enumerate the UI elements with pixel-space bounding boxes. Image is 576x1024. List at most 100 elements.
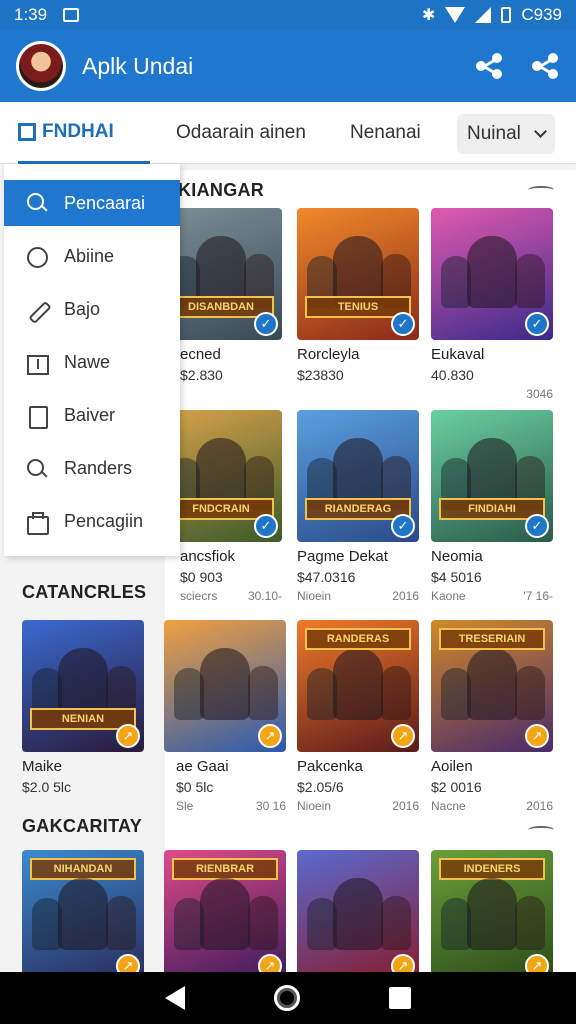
menu-item-label: Bajo: [64, 299, 101, 319]
pin-badge-icon: ↗: [258, 724, 282, 748]
game-price: $2 0016: [431, 779, 482, 795]
game-card[interactable]: NENIAN ↗ Maike $2.0 5lc: [22, 620, 144, 795]
menu-item-baiver[interactable]: Baiver: [4, 389, 180, 442]
tab-odaarain[interactable]: Odaarain ainen: [176, 102, 306, 164]
game-card[interactable]: FINDIAHI ✓ Neomia $4 5016 Kaone '7 16-: [431, 410, 553, 603]
pin-badge-icon: ↗: [116, 954, 140, 972]
share-icon[interactable]: [474, 51, 504, 81]
game-thumbnail: TRESERIAIN ↗: [431, 620, 553, 752]
game-card[interactable]: INDENERS ↗: [431, 850, 553, 972]
game-thumbnail: ↗: [164, 620, 286, 752]
game-thumbnail: NENIAN ↗: [22, 620, 144, 752]
game-thumbnail: TENIUS ✓: [297, 208, 419, 340]
pin-badge-icon: ↗: [391, 954, 415, 972]
game-title: Aoilen: [431, 758, 473, 775]
game-price: $47.0316: [297, 569, 356, 585]
game-thumbnail: ↗: [297, 850, 419, 972]
back-icon[interactable]: [164, 986, 185, 1010]
game-logo: INDENERS: [439, 858, 545, 880]
game-thumbnail: NIHANDAN ↗: [22, 850, 144, 972]
menu-item-abiine[interactable]: Abiine: [4, 230, 180, 283]
menu-item-pencaarai[interactable]: Pencaarai: [4, 180, 180, 226]
game-card[interactable]: TRESERIAIN ↗ Aoilen $2 0016 Nacne 2016: [431, 620, 553, 813]
tab-dropdown[interactable]: Nuinal: [457, 114, 555, 154]
menu-item-label: Pencagiin: [64, 511, 144, 531]
home-tab-icon: [18, 122, 36, 141]
game-price: $23830: [297, 367, 344, 383]
tab-label: Nuinal: [467, 123, 521, 144]
status-time: 1:39: [14, 5, 48, 24]
game-meta: Nioein 2016: [297, 589, 419, 603]
menu-item-label: Randers: [64, 458, 133, 478]
tab-label: Odaarain ainen: [176, 122, 306, 143]
game-logo: RIENBRAR: [172, 858, 278, 880]
game-title: ae Gaai: [176, 758, 229, 775]
game-title: Maike: [22, 758, 63, 775]
game-card[interactable]: ✓ Eukaval 40.830 3046: [431, 208, 553, 401]
check-badge-icon: ✓: [525, 312, 549, 336]
menu-item-bajo[interactable]: Bajo: [4, 283, 180, 336]
battery-text: C939: [521, 5, 562, 24]
menu-item-label: Pencaarai: [64, 192, 146, 213]
pin-badge-icon: ↗: [116, 724, 140, 748]
chevron-down-icon: [534, 125, 547, 138]
menu-item-label: Baiver: [64, 405, 116, 425]
game-logo: NIHANDAN: [30, 858, 136, 880]
menu-item-randers[interactable]: Randers: [4, 442, 180, 495]
wave-icon: [528, 826, 554, 834]
tab-label: Nenanai: [350, 122, 421, 143]
search-icon: [26, 458, 48, 480]
game-price: $0 5lc: [176, 779, 214, 795]
bluetooth-icon: ✱: [421, 7, 436, 24]
system-nav-bar: [0, 972, 576, 1024]
pin-badge-icon: ↗: [258, 954, 282, 972]
game-thumbnail: RANDERAS ↗: [297, 620, 419, 752]
game-card[interactable]: RIENBRAR ↗: [164, 850, 286, 972]
game-thumbnail: RIENBRAR ↗: [164, 850, 286, 972]
tab-fndhai[interactable]: FNDHAI: [18, 102, 150, 164]
pin-badge-icon: ↗: [525, 954, 549, 972]
pin-badge-icon: ↗: [391, 724, 415, 748]
battery-icon: [501, 7, 512, 23]
menu-item-pencagiin[interactable]: Pencagiin: [4, 495, 180, 548]
game-card[interactable]: TENIUS ✓ Rorcleyla $23830: [297, 208, 419, 383]
game-title: Eukaval: [431, 346, 485, 363]
game-card[interactable]: RANDERAS ↗ Pakcenka $2.05/6 Nioein 2016: [297, 620, 419, 813]
wave-icon: [528, 186, 554, 194]
section-title-top: KIANGAR: [178, 180, 265, 200]
recent-apps-icon[interactable]: [389, 987, 412, 1009]
home-icon[interactable]: [273, 985, 300, 1011]
menu-item-label: Abiine: [64, 246, 115, 266]
list-icon: [26, 352, 49, 375]
bag-icon: [26, 511, 49, 535]
section-title-categories: CATANCRLES: [22, 582, 147, 602]
game-title: Neomia: [431, 548, 483, 565]
pen-icon: [26, 299, 48, 321]
game-card[interactable]: NIHANDAN ↗: [22, 850, 144, 972]
game-meta: 3046: [526, 387, 553, 401]
game-title: Rorcleyla: [297, 346, 360, 363]
tab-bar: FNDHAI Odaarain ainen Nenanai Nuinal: [0, 102, 576, 164]
game-meta: Nioein 2016: [297, 799, 419, 813]
game-card[interactable]: ↗ ae Gaai $0 5lc Sle 30 16: [164, 620, 286, 813]
avatar[interactable]: [16, 41, 66, 91]
check-badge-icon: ✓: [391, 514, 415, 538]
tab-nenanai[interactable]: Nenanai: [350, 102, 421, 164]
share-icon[interactable]: [530, 51, 560, 81]
app-bar: Aplk Undai: [0, 30, 576, 102]
status-bar: 1:39 ✱ C939: [0, 0, 576, 30]
game-price: 40.830: [431, 367, 474, 383]
game-card[interactable]: ↗: [297, 850, 419, 972]
section-title-gakcaritay: GAKCARITAY: [22, 816, 143, 836]
menu-item-nawe[interactable]: Nawe: [4, 336, 180, 389]
game-thumbnail: FINDIAHI ✓: [431, 410, 553, 542]
check-badge-icon: ✓: [525, 514, 549, 538]
game-card[interactable]: RIANDERAG ✓ Pagme Dekat $47.0316 Nioein 2…: [297, 410, 419, 603]
game-price: $2.0 5lc: [22, 779, 72, 795]
menu-item-label: Nawe: [64, 352, 111, 372]
game-title: Pakcenka: [297, 758, 363, 775]
wifi-icon: [445, 7, 466, 23]
chat-icon: [26, 246, 48, 268]
check-badge-icon: ✓: [391, 312, 415, 336]
game-logo: RANDERAS: [305, 628, 411, 650]
